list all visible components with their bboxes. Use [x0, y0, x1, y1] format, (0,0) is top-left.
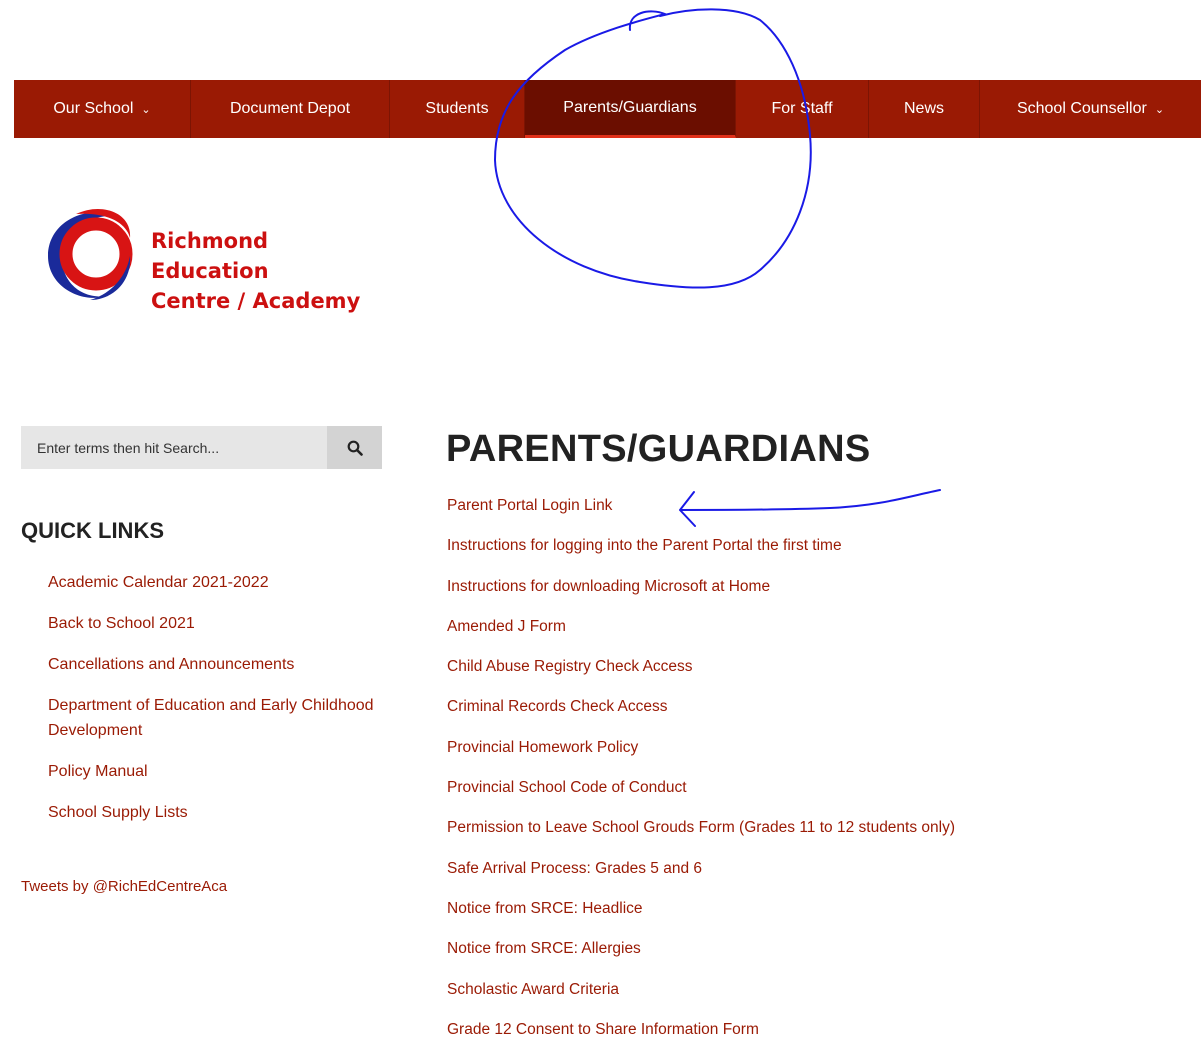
list-item: Provincial Homework Policy	[447, 736, 955, 776]
list-item: Notice from SRCE: Allergies	[447, 937, 955, 977]
logo-line-2: Centre / Academy	[151, 289, 361, 313]
search-icon	[347, 440, 363, 456]
quick-link[interactable]: Department of Education and Early Childh…	[48, 697, 374, 739]
list-item: Notice from SRCE: Headlice	[447, 897, 955, 937]
page-title: PARENTS/GUARDIANS	[446, 428, 871, 470]
page-link[interactable]: Child Abuse Registry Check Access	[447, 658, 693, 675]
list-item: Cancellations and Announcements	[48, 652, 393, 677]
page-link[interactable]: Notice from SRCE: Headlice	[447, 900, 643, 917]
page-link[interactable]: Grade 12 Consent to Share Information Fo…	[447, 1021, 759, 1038]
site-logo[interactable]: Richmond Education Centre / Academy	[46, 204, 391, 313]
list-item: Provincial School Code of Conduct	[447, 776, 955, 816]
tweets-link[interactable]: Tweets by @RichEdCentreAca	[21, 878, 227, 895]
list-item: Amended J Form	[447, 615, 955, 655]
nav-school-counsellor[interactable]: School Counsellor ⌄	[980, 80, 1201, 138]
nav-document-depot[interactable]: Document Depot	[191, 80, 390, 138]
search-button[interactable]	[327, 426, 382, 469]
chevron-down-icon: ⌄	[141, 103, 151, 116]
parent-portal-login-link[interactable]: Parent Portal Login Link	[447, 497, 612, 514]
page-link[interactable]: Safe Arrival Process: Grades 5 and 6	[447, 860, 702, 877]
list-item: Grade 12 Consent to Share Information Fo…	[447, 1018, 955, 1058]
list-item: Instructions for logging into the Parent…	[447, 534, 955, 574]
quick-links-list: Academic Calendar 2021-2022 Back to Scho…	[48, 570, 393, 841]
search-form	[21, 426, 382, 469]
nav-item-label: Our School	[53, 100, 134, 117]
quick-link[interactable]: School Supply Lists	[48, 804, 188, 821]
logo-text: Richmond Education Centre / Academy	[151, 226, 391, 316]
nav-item-label: For Staff	[771, 100, 833, 117]
annotation-circle	[493, 8, 812, 289]
page-link[interactable]: Criminal Records Check Access	[447, 698, 668, 715]
page-link[interactable]: Permission to Leave School Grouds Form (…	[447, 819, 955, 836]
nav-parents-guardians[interactable]: Parents/Guardians	[525, 80, 736, 138]
list-item: Scholastic Award Criteria	[447, 978, 955, 1018]
nav-news[interactable]: News	[869, 80, 980, 138]
quick-link[interactable]: Back to School 2021	[48, 615, 195, 632]
list-item: Safe Arrival Process: Grades 5 and 6	[447, 857, 955, 897]
quick-links-heading: QUICK LINKS	[21, 518, 164, 543]
nav-students[interactable]: Students	[390, 80, 525, 138]
nav-for-staff[interactable]: For Staff	[736, 80, 869, 138]
list-item: Department of Education and Early Childh…	[48, 693, 393, 743]
list-item: Academic Calendar 2021-2022	[48, 570, 393, 595]
list-item: School Supply Lists	[48, 800, 393, 825]
chevron-down-icon: ⌄	[1154, 103, 1165, 116]
list-item: Back to School 2021	[48, 611, 393, 636]
logo-line-1: Richmond Education	[151, 229, 269, 283]
list-item: Permission to Leave School Grouds Form (…	[447, 816, 955, 856]
search-input[interactable]	[21, 426, 327, 469]
quick-link[interactable]: Cancellations and Announcements	[48, 656, 294, 673]
list-item: Criminal Records Check Access	[447, 695, 955, 735]
nav-item-label: Document Depot	[229, 100, 351, 117]
page-link[interactable]: Scholastic Award Criteria	[447, 981, 619, 998]
nav-item-label: Students	[425, 100, 489, 117]
nav-item-label: News	[903, 100, 944, 117]
list-item: Instructions for downloading Microsoft a…	[447, 575, 955, 615]
page-link[interactable]: Provincial School Code of Conduct	[447, 779, 687, 796]
quick-link[interactable]: Policy Manual	[48, 763, 148, 780]
quick-link[interactable]: Academic Calendar 2021-2022	[48, 574, 269, 591]
list-item: Parent Portal Login Link	[447, 494, 955, 534]
logo-emblem-icon	[48, 208, 133, 300]
list-item: Child Abuse Registry Check Access	[447, 655, 955, 695]
page-link[interactable]: Instructions for downloading Microsoft a…	[447, 578, 770, 595]
list-item: Policy Manual	[48, 759, 393, 784]
main-nav: Our School ⌄ Document Depot Students Par…	[14, 80, 1201, 138]
parent-links-list: Parent Portal Login Link Instructions fo…	[447, 494, 955, 1058]
nav-our-school[interactable]: Our School ⌄	[14, 80, 191, 138]
page-link[interactable]: Provincial Homework Policy	[447, 739, 638, 756]
page-link[interactable]: Notice from SRCE: Allergies	[447, 940, 641, 957]
page-link[interactable]: Amended J Form	[447, 618, 566, 635]
nav-item-label: School Counsellor	[1016, 100, 1147, 117]
nav-item-label: Parents/Guardians	[563, 98, 697, 116]
page-link[interactable]: Instructions for logging into the Parent…	[447, 537, 842, 554]
